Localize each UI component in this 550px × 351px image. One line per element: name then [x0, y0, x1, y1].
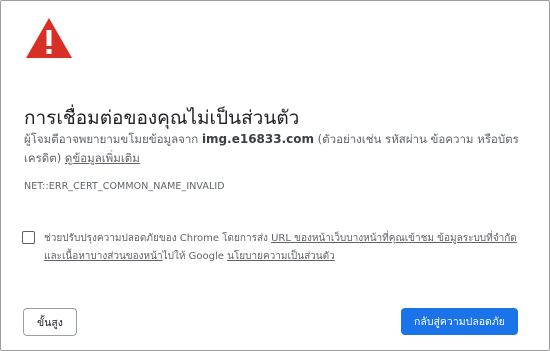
checkbox-text-1: ช่วยปรับปรุงความปลอดภัยของ Chrome โดยการ… [44, 233, 272, 244]
page-title: การเชื่อมต่อของคุณไม่เป็นส่วนตัว [24, 106, 300, 129]
privacy-policy-link[interactable]: นโยบายความเป็นส่วนตัว [227, 251, 335, 262]
error-code: NET::ERR_CERT_COMMON_NAME_INVALID [24, 181, 225, 192]
advanced-button[interactable]: ขั้นสูง [23, 308, 77, 336]
host-name: img.e16833.com [201, 132, 315, 146]
safe-browsing-label: ช่วยปรับปรุงความปลอดภัยของ Chrome โดยการ… [44, 230, 522, 266]
description: ผู้โจมตีอาจพยายามขโมยข้อมูลจาก img.e1683… [24, 130, 524, 168]
warning-triangle-icon [24, 16, 74, 60]
learn-more-link[interactable]: ดูข้อมูลเพิ่มเติม [65, 151, 140, 165]
interstitial-frame [0, 0, 550, 351]
back-to-safety-button[interactable]: กลับสู่ความปลอดภัย [401, 308, 518, 335]
checkbox-text-2: ไปให้ Google [162, 251, 228, 262]
safe-browsing-checkbox[interactable] [22, 231, 35, 244]
description-prefix: ผู้โจมตีอาจพยายามขโมยข้อมูลจาก [24, 132, 202, 146]
